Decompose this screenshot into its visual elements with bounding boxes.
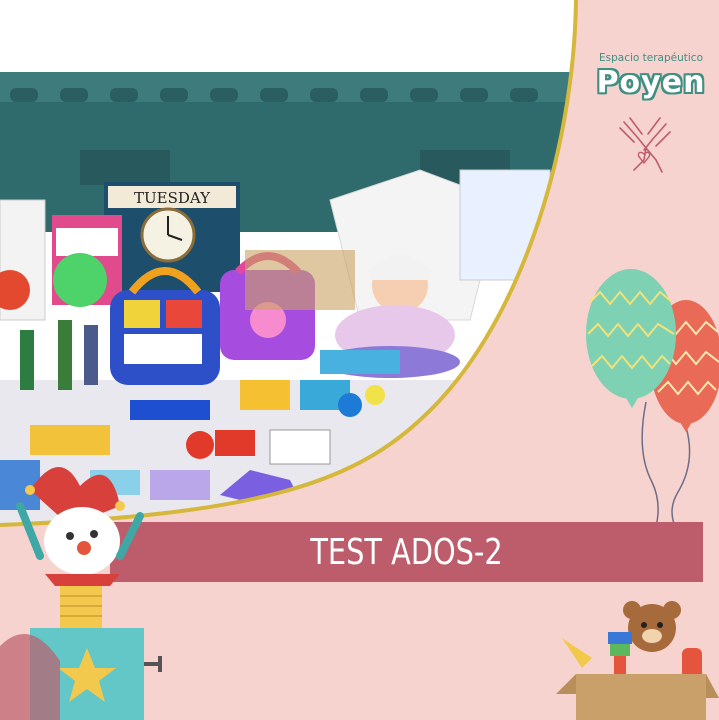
cardboard-box <box>576 674 706 720</box>
balloon-green <box>586 269 676 399</box>
green-ball <box>53 253 107 307</box>
clock-label: TUESDAY <box>134 189 211 207</box>
flyer-canvas: TUESDAY Espacio terapéutico Poyen TEST A… <box>0 0 719 720</box>
hands-heart-icon <box>619 117 671 173</box>
balloons-illustration <box>586 269 719 548</box>
toy-box-illustration <box>556 601 719 720</box>
brand-subtitle: Espacio terapéutico <box>599 52 703 64</box>
brand-logo: Espacio terapéutico Poyen <box>586 52 716 100</box>
jack-in-the-box-illustration <box>0 466 162 720</box>
brand-name: Poyen <box>596 65 706 100</box>
banner-title: TEST ADOS-2 <box>310 531 503 573</box>
